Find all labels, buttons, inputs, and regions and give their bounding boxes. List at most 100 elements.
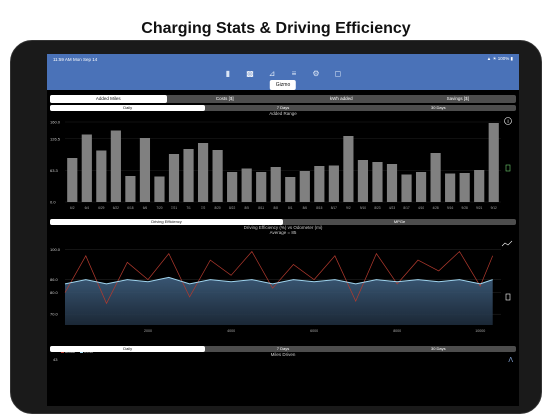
bar-xtick-label: 9/21 (476, 206, 482, 210)
bar-xtick-label: 6/18 (127, 206, 133, 210)
bar (430, 153, 441, 202)
bar-xtick-label: 7/2 (201, 206, 206, 210)
bar (96, 150, 107, 202)
bar-xtick-label: 6/4 (85, 206, 90, 210)
bar (67, 158, 78, 202)
nav-icons: ▮ ▩ ⊿ ≡ ⚙ ◻ (47, 68, 519, 80)
stat-tabs: Added Miles Costs [$] kWh added Savings … (50, 95, 516, 103)
tablet-frame: 11:59 AM Mon Sep 14 ▲ ☀ 100% ▮ ▮ ▩ ⊿ ≡ ⚙… (10, 40, 542, 414)
export-icon[interactable]: ◻ (331, 68, 345, 80)
bar (270, 167, 281, 202)
bar (401, 174, 412, 202)
line-xtick-label: 2000 (144, 329, 152, 333)
line-xtick-label: 6000 (310, 329, 318, 333)
status-bar: 11:59 AM Mon Sep 14 ▲ ☀ 100% ▮ (47, 54, 519, 64)
bar (343, 136, 354, 202)
line-ytick-label: 70.0 (50, 312, 59, 317)
period-tabs: Daily 7 Days 30 Days (50, 105, 516, 111)
bar (386, 164, 398, 202)
bar-xtick-label: 6/29 (98, 206, 104, 210)
line-ytick-label: 86.0 (50, 277, 59, 282)
efficiency-tabs: Driving Efficiency MPGe (50, 219, 516, 225)
line-xtick-label: 10000 (475, 329, 485, 333)
bar-ytick-label: 126.5 (50, 136, 61, 141)
bar-xtick-label: 8/15 (316, 206, 322, 210)
bar-xtick-label: 8/5 (244, 206, 249, 210)
bar-xtick-label: 4/10 (418, 206, 424, 210)
bar-xtick-label: 6/6 (143, 206, 148, 210)
tab-costs[interactable]: Costs [$] (167, 95, 284, 103)
bar-xtick-label: 4/23 (389, 206, 395, 210)
tab-30-days-bottom[interactable]: 30 Days (361, 346, 516, 352)
bar-xtick-label: 8/8 (274, 206, 279, 210)
app-screen: 11:59 AM Mon Sep 14 ▲ ☀ 100% ▮ ▮ ▩ ⊿ ≡ ⚙… (47, 54, 519, 406)
efficiency-line-chart: 100.0 86.0 80.0 70.0 2000 4000 6000 8000 10000 (50, 240, 513, 333)
bar-xtick-label: 9/16 (447, 206, 453, 210)
bar-xtick-label: 7/1 (186, 206, 191, 210)
bar-xtick-label: 8/17 (403, 206, 409, 210)
status-date: Mon Sep 14 (72, 56, 98, 62)
bar (139, 138, 151, 202)
bar (459, 173, 470, 202)
bar-xtick-label: 9/12 (491, 206, 497, 210)
bar (285, 177, 296, 202)
bar-ytick-label: 160.0 (50, 120, 61, 125)
bar (241, 168, 252, 202)
tab-kwh-added[interactable]: kWh added (283, 95, 400, 103)
tab-7-days[interactable]: 7 Days (205, 105, 360, 111)
bar (299, 171, 310, 202)
bar (445, 173, 456, 202)
miles-driven-ytick: 43 (53, 357, 58, 362)
sliders-icon[interactable]: ≡ (287, 68, 301, 80)
headline: Charging Stats & Driving Efficiency (141, 20, 411, 37)
line-xtick-label: 8000 (393, 329, 401, 333)
bar-xtick-label: 8/6 (303, 206, 308, 210)
bar (125, 176, 136, 202)
bar-xtick-label: 8/20 (214, 206, 220, 210)
tab-daily-bottom[interactable]: Daily (50, 346, 206, 352)
bar-xtick-label: 6/2 (70, 206, 75, 210)
tab-7-days-bottom[interactable]: 7 Days (205, 346, 360, 352)
trend-area (65, 277, 493, 325)
bar (488, 123, 499, 202)
line-xtick-label: 4000 (227, 329, 235, 333)
bar (314, 166, 325, 202)
tab-30-days[interactable]: 30 Days (361, 105, 516, 111)
bar-chart-icon[interactable]: ▩ (243, 68, 257, 80)
lock-icon[interactable] (505, 293, 511, 301)
bar (212, 150, 223, 202)
status-battery: ▲ ☀ 100% ▮ (486, 56, 513, 61)
tab-driving-efficiency[interactable]: Driving Efficiency (50, 219, 283, 225)
bar-xtick-label: 8/17 (331, 206, 337, 210)
gear-icon[interactable]: ⚙ (309, 68, 323, 80)
bar (415, 172, 427, 202)
status-time: 11:59 AM (53, 56, 72, 62)
bar (110, 130, 121, 202)
tab-added-miles[interactable]: Added Miles (50, 95, 167, 103)
gizmo-button[interactable]: Gizmo (269, 80, 297, 90)
lock-icon[interactable] (505, 164, 511, 172)
bar-ytick-label: 0.0 (50, 200, 56, 205)
bar (328, 165, 339, 202)
bar-xtick-label: 8/11 (258, 206, 264, 210)
added-range-bar-chart: 6/2 6/4 6/29 6/22 6/18 6/6 7/20 7/21 7/1 7/2 8/20 8… (50, 117, 512, 210)
bar (168, 154, 180, 202)
bar (256, 172, 267, 202)
line-chart-icon[interactable]: ⊿ (265, 68, 279, 80)
bar-xtick-label: 8/1 (288, 206, 293, 210)
battery-icon[interactable]: ▮ (221, 68, 235, 80)
chart-type-icon[interactable]: Λ (508, 357, 513, 364)
bottom-period-tabs: Daily 7 Days 30 Days (50, 346, 516, 352)
tab-savings[interactable]: Savings [$] (400, 95, 517, 103)
bar (372, 162, 383, 202)
tab-mpge[interactable]: MPGe (283, 219, 516, 225)
bar-ytick-label: 63.3 (50, 168, 59, 173)
chart-type-icon[interactable] (501, 240, 513, 247)
bar (474, 170, 485, 202)
bar-xtick-label: 7/20 (156, 206, 162, 210)
bar-xtick-label: 9/10 (360, 206, 366, 210)
line-ytick-label: 80.0 (50, 290, 59, 295)
bar-xtick-label: 9/2 (346, 206, 351, 210)
tab-daily[interactable]: Daily (50, 105, 206, 111)
bar (227, 172, 238, 202)
